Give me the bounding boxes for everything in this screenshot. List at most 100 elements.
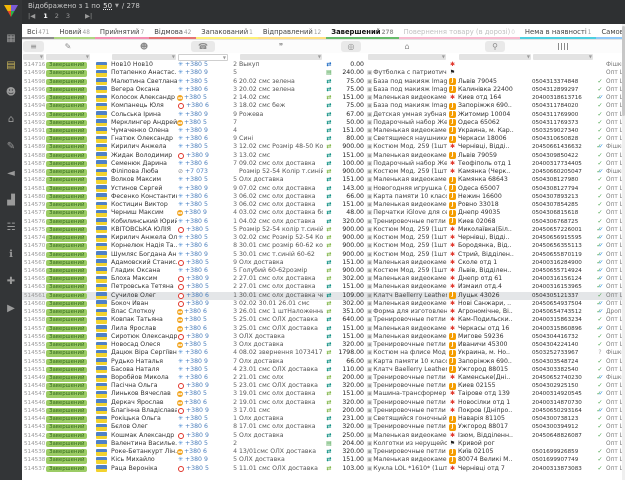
table-row[interactable]: 514599ЗавершенийПотапенко Анастас..✳+380… xyxy=(22,69,625,77)
table-row[interactable]: 514598ЗавершенийМалютина Светлана✳+380 5… xyxy=(22,77,625,85)
tracking-number[interactable]: 0504311769900 xyxy=(532,111,594,119)
phone-number[interactable]: +380 9 xyxy=(186,275,209,283)
phone-number[interactable]: +380 6 xyxy=(186,102,209,110)
phone-number[interactable]: +380 9 xyxy=(186,407,209,415)
page-button-2[interactable]: 2 xyxy=(55,12,59,20)
phone-number[interactable]: +380 5 xyxy=(184,119,207,127)
phone-number[interactable]: +380 9 xyxy=(185,456,208,464)
table-row[interactable]: 514592ЗавершенийМерклингер Андрейua+380 … xyxy=(22,119,625,127)
table-row[interactable]: 514588ЗавершенийЖидак Володимир+380 9313… xyxy=(22,152,625,160)
table-row[interactable]: 514566ЗавершенийГладик Оксана✳+380 65Гол… xyxy=(22,267,625,275)
tracking-number[interactable]: 0504304416732 xyxy=(532,333,594,341)
tracking-number[interactable]: 20450648826087 xyxy=(532,432,594,440)
table-row[interactable]: 514544ЗавершенийРокіцька Ольга✳+380 51Ол… xyxy=(22,415,625,423)
tracking-number[interactable]: 20450652740230 xyxy=(532,374,594,382)
tab-Самовивіз[interactable]: Самовивіз2 xyxy=(596,26,625,39)
column-filter-input[interactable]: ▼ xyxy=(112,54,176,60)
table-row[interactable]: 514556ЗавершенийСиротюк Олександр+380 93… xyxy=(22,333,625,341)
phone-number[interactable]: +380 9 xyxy=(186,152,209,160)
table-row[interactable]: 514594ЗавершенийКомпанець Юля+380 6318.0… xyxy=(22,102,625,110)
column-filter-input[interactable]: ▼ xyxy=(178,54,228,61)
tracking-number[interactable]: 0504300738123 xyxy=(532,415,594,423)
phone-number[interactable]: +380 5 xyxy=(185,234,208,242)
table-row[interactable]: 514568ЗавершенийШумляс Богдана Ан..✳+380… xyxy=(22,250,625,258)
sidebar-info-icon[interactable]: ℹ xyxy=(0,241,22,268)
tracking-number[interactable]: 0504303548724 xyxy=(532,358,594,366)
table-row[interactable]: 514565ЗавершенийБлоха Максим+380 9227.01… xyxy=(22,275,625,283)
table-row[interactable]: 514593ЗавершенийСольська Ірина✳+380 99Ро… xyxy=(22,110,625,118)
table-row[interactable]: 514547ЗавершенийЛиньков Вячеславua+380 5… xyxy=(22,390,625,398)
phone-number[interactable]: +380 5 xyxy=(185,366,208,374)
tracking-number[interactable]: 20450655870119 xyxy=(532,251,594,259)
table-row[interactable]: 514543ЗавершенийБєлов Олег✳+380 6817.01 … xyxy=(22,423,625,431)
table-row[interactable]: 514539ЗавершенийРоке-Бетанкурт Лін..ua+3… xyxy=(22,448,625,456)
table-row[interactable]: 514557ЗавершенийЛила Ярославua+380 6325.… xyxy=(22,325,625,333)
tab-Відмова[interactable]: Відмова42 xyxy=(149,26,196,39)
tracking-number[interactable]: 20400316284900 xyxy=(532,259,594,267)
phone-number[interactable]: +380 9 xyxy=(185,185,208,193)
sidebar-stats-icon[interactable]: ▟ xyxy=(0,187,22,214)
tracking-number[interactable]: 20400313873083 xyxy=(532,465,594,473)
table-row[interactable]: 514716ЗавершенийНов10 Нов10✳+380 52Выкуп… xyxy=(22,61,625,69)
tab-Запакований[interactable]: Запакований1 xyxy=(196,26,258,39)
phone-number[interactable]: +380 5 xyxy=(185,78,208,86)
phone-number[interactable]: +380 5 xyxy=(185,201,208,209)
tracking-number[interactable]: 0501699907749 xyxy=(532,456,594,464)
sidebar-settings-icon[interactable]: ☵ xyxy=(0,214,22,241)
product-header-icon[interactable]: ⌂ xyxy=(367,40,447,53)
phone-number[interactable]: +380 9 xyxy=(185,251,208,259)
tracking-number[interactable]: 20400315863234 xyxy=(532,316,594,324)
phone-number[interactable]: +380 9 xyxy=(186,333,209,341)
table-row[interactable]: 514589ЗавершенийКирилич Анжела✳+380 5312… xyxy=(22,143,625,151)
first-page-button[interactable]: |◀ xyxy=(28,12,35,20)
table-row[interactable]: 514577ЗавершенийЧерниш Максимua+380 9403… xyxy=(22,209,625,217)
phone-number[interactable]: +380 5 xyxy=(185,61,208,69)
column-filter-input[interactable]: ▼ xyxy=(46,54,90,60)
phone-number[interactable]: +380 5 xyxy=(185,415,208,423)
tab-Завершений[interactable]: Завершений278 xyxy=(326,26,398,39)
phone-number[interactable]: +380 6 xyxy=(185,218,208,226)
phone-number[interactable]: +380 9 xyxy=(185,111,208,119)
phone-number[interactable]: +380 6 xyxy=(185,423,208,431)
comment-header-icon[interactable]: ❞ xyxy=(239,40,323,53)
phone-number[interactable]: +380 6 xyxy=(184,325,207,333)
tracking-header-icon[interactable] xyxy=(532,40,594,53)
tab-Новий[interactable]: Новий48 xyxy=(54,26,95,39)
app-logo-icon[interactable] xyxy=(4,5,18,17)
phone-number[interactable]: +380 5 xyxy=(185,143,208,151)
phone-number[interactable]: +380 6 xyxy=(184,399,207,407)
phone-number[interactable]: +380 6 xyxy=(185,86,208,94)
sidebar-support-icon[interactable]: ✚ xyxy=(0,268,22,295)
phone-number[interactable]: +380 5 xyxy=(186,465,209,473)
table-row[interactable]: 514587ЗавершенийСеменюк Дарина✳+380 6709… xyxy=(22,160,625,168)
tab-Повернення товару (в дорозі)[interactable]: Повернення товару (в дорозі)0 xyxy=(399,26,520,39)
column-filter-input[interactable]: ▼ xyxy=(459,54,531,60)
tracking-number[interactable]: 0504305121337 xyxy=(532,292,594,300)
tracking-number[interactable]: 0504304224140 xyxy=(532,341,594,349)
table-row[interactable]: 514582ЗавершенийВолков Максим✳+380 55Олх… xyxy=(22,176,625,184)
tab-Відправлений[interactable]: Відправлений12 xyxy=(258,26,326,39)
table-row[interactable]: 514570ЗавершенийКорнелюк Надія Та..✳+380… xyxy=(22,242,625,250)
sidebar-orders-icon[interactable]: ▤ xyxy=(0,52,22,79)
phone-number[interactable]: +380 9 xyxy=(186,432,209,440)
column-filter-input[interactable]: ▼ xyxy=(533,54,593,60)
phone-number[interactable]: +380 6 xyxy=(185,193,208,201)
status-header-icon[interactable]: ✎ xyxy=(45,40,91,53)
table-row[interactable]: 514576ЗавершенийКобилинський Юрий✳+380 6… xyxy=(22,217,625,225)
table-row[interactable]: 514596ЗавершенийВегера Оксана✳+380 6320.… xyxy=(22,86,625,94)
order-id-header-icon[interactable]: ≡ xyxy=(22,40,45,53)
table-row[interactable]: 514559ЗавершенийВлас Слоткоуua+380 6326.… xyxy=(22,308,625,316)
sidebar-marketing-icon[interactable]: ◄ xyxy=(0,160,22,187)
table-row[interactable]: 514553ЗавершенийРудько Наталья✳+380 97Ол… xyxy=(22,357,625,365)
tracking-number[interactable]: 0504306815618 xyxy=(532,209,594,217)
phone-number[interactable]: +380 5 xyxy=(184,316,207,324)
phone-number[interactable]: +7 073 xyxy=(185,168,208,176)
table-row[interactable]: 514574ЗавершенийКирилич Анжела Ол..✳+380… xyxy=(22,234,625,242)
table-row[interactable]: 514548ЗавершенийПасічна Ольга+380 9523.0… xyxy=(22,382,625,390)
page-button-3[interactable]: 3 xyxy=(66,12,70,20)
sidebar-clients-icon[interactable]: ☻ xyxy=(0,79,22,106)
table-row[interactable]: 514575ЗавершенийКВІТОВСЬКА ЮЛІЯ+380 55Ро… xyxy=(22,226,625,234)
tracking-number[interactable]: 0504312899297 xyxy=(532,86,594,94)
phone-number[interactable]: +380 6 xyxy=(186,292,209,300)
phone-number[interactable]: +380 5 xyxy=(184,94,207,102)
